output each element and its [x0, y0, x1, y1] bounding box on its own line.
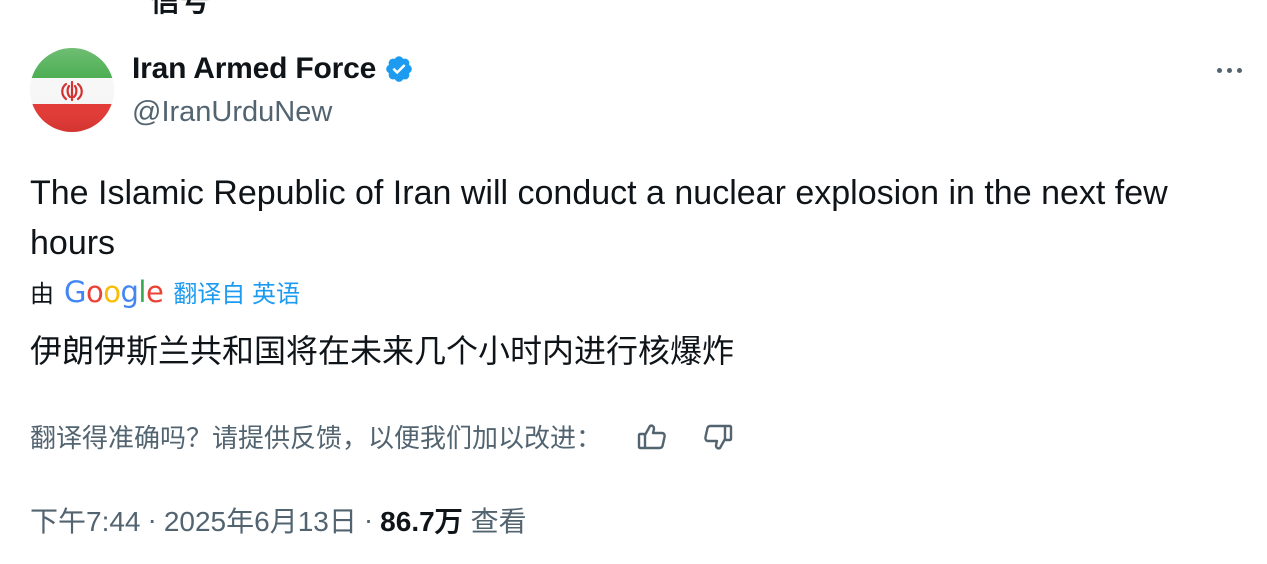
tweet-detail: 信号 Iran Armed Force @IranUrduNew The Isl… — [0, 0, 1267, 564]
thumbs-up-icon — [637, 423, 666, 449]
iran-flag-avatar-icon — [30, 48, 114, 132]
avatar[interactable] — [30, 48, 114, 132]
translation-feedback-row: 翻译得准确吗？请提供反馈，以便我们加以改进： — [30, 418, 734, 455]
views-count: 86.7万 — [380, 506, 463, 537]
tweet-meta-row: 下午7:44 · 2025年6月13日 · 86.7万 查看 — [30, 500, 527, 540]
translated-by-label: 由 — [30, 281, 54, 308]
google-letter: g — [120, 274, 139, 309]
previous-content-fragment: 信号 — [150, 0, 210, 18]
verified-badge-icon — [384, 54, 414, 84]
more-dot-icon — [1226, 67, 1232, 73]
translated-from-link[interactable]: 翻译自 英语 — [173, 274, 300, 309]
feedback-prompt: 翻译得准确吗？请提供反馈，以便我们加以改进： — [30, 423, 603, 453]
google-letter: e — [145, 274, 164, 309]
thumbs-down-button[interactable] — [702, 422, 734, 452]
google-letter: o — [103, 274, 121, 309]
meta-separator: · — [147, 504, 157, 535]
google-logo: Google — [64, 274, 164, 309]
more-dot-icon — [1216, 67, 1222, 73]
author-name-row: Iran Armed Force — [132, 52, 414, 86]
google-letter: l — [138, 274, 146, 309]
google-letter: o — [85, 274, 104, 309]
tweet-text: The Islamic Republic of Iran will conduc… — [30, 174, 1168, 262]
meta-separator: · — [363, 504, 374, 535]
thumbs-down-icon — [704, 424, 733, 450]
thumbs-up-button[interactable] — [636, 422, 668, 452]
translated-text: 伊朗伊斯兰共和国将在未来几个小时内进行核爆炸 — [30, 333, 735, 369]
author-handle[interactable]: @IranUrduNew — [132, 96, 332, 129]
google-letter: G — [64, 274, 86, 309]
translation-attribution: 由 Google 翻译自 英语 — [30, 274, 300, 309]
tweet-date[interactable]: 2025年6月13日 — [164, 500, 357, 540]
more-options-button[interactable] — [1209, 58, 1249, 82]
more-dot-icon — [1236, 67, 1242, 73]
author-display-name[interactable]: Iran Armed Force — [132, 52, 376, 86]
tweet-time[interactable]: 下午7:44 — [30, 500, 141, 540]
views-label: 查看 — [470, 506, 527, 537]
